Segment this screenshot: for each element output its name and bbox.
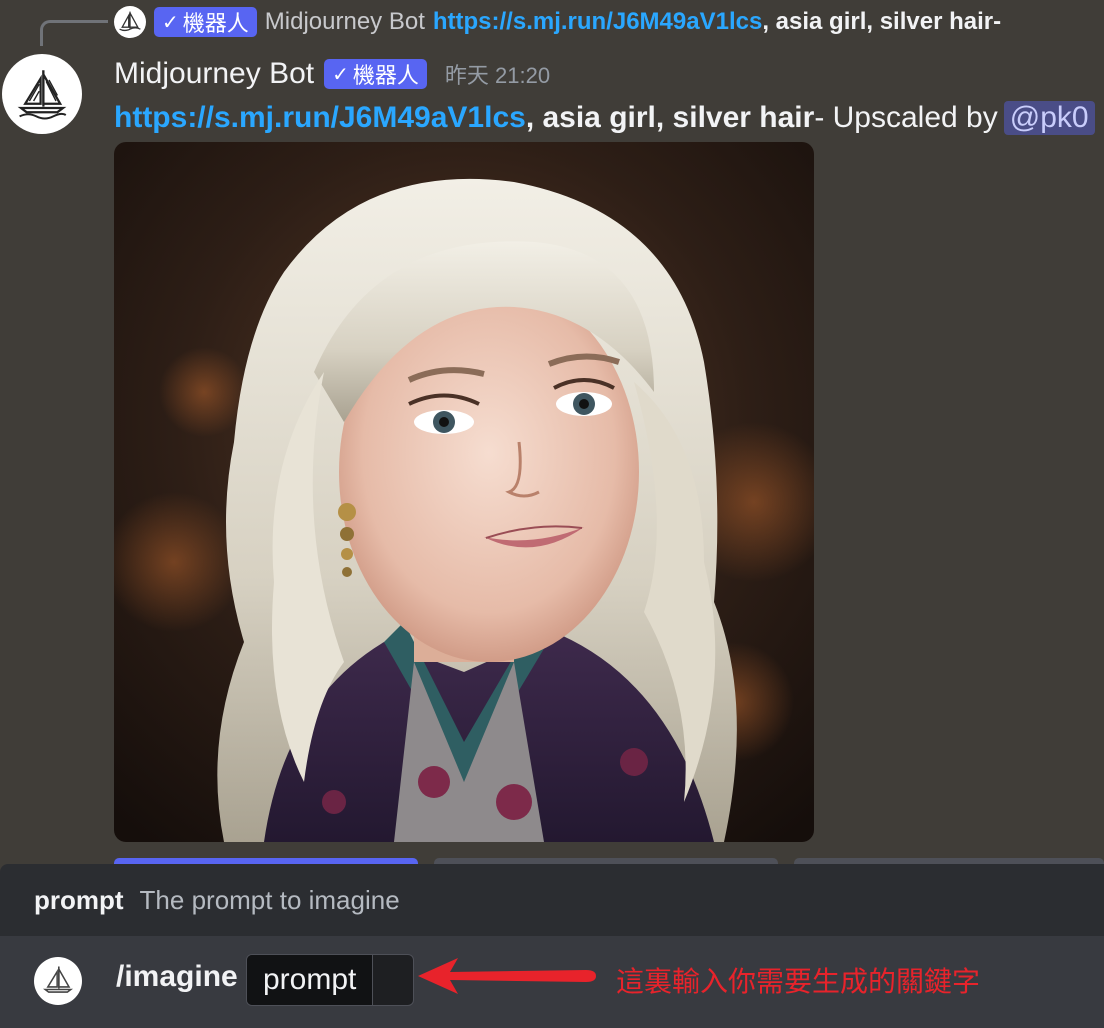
portrait-image — [114, 142, 814, 842]
prompt-parameter-label: prompt — [247, 955, 374, 1005]
option-name: prompt — [34, 884, 124, 915]
reply-avatar[interactable] — [114, 6, 146, 38]
reply-prompt-text: , asia girl, silver hair — [762, 8, 994, 35]
reply-trail: - — [993, 8, 1002, 35]
bot-badge-label: 機器人 — [352, 63, 419, 88]
message-link[interactable]: https://s.mj.run/J6M49aV1lcs — [114, 101, 526, 135]
bot-badge-label: 機器人 — [182, 11, 249, 36]
author-avatar[interactable] — [2, 54, 82, 134]
option-description: The prompt to imagine — [139, 884, 400, 915]
reply-connector-line — [40, 20, 108, 46]
message-suffix: - Upscaled by — [814, 101, 998, 134]
checkmark-icon: ✓ — [162, 11, 179, 34]
midjourney-boat-icon — [42, 966, 74, 993]
bot-badge: ✓ 機器人 — [324, 59, 427, 89]
midjourney-boat-icon — [119, 11, 141, 32]
prompt-parameter-input[interactable]: prompt — [246, 954, 414, 1006]
generated-image[interactable] — [114, 142, 814, 842]
author-username[interactable]: Midjourney Bot — [114, 57, 314, 91]
midjourney-boat-icon — [17, 70, 67, 120]
reply-author[interactable]: Midjourney Bot — [265, 8, 425, 36]
checkmark-icon: ✓ — [332, 63, 349, 86]
message-timestamp[interactable]: 昨天 21:20 — [445, 58, 550, 90]
discord-chat-view: ✓ 機器人 Midjourney Bot https://s.mj.run/J6… — [0, 0, 1104, 1028]
red-arrow-icon — [418, 958, 596, 994]
message-header: Midjourney Bot ✓ 機器人 昨天 21:20 — [114, 52, 550, 96]
user-mention[interactable]: @pk0 — [1003, 101, 1095, 135]
reply-reference[interactable]: ✓ 機器人 Midjourney Bot https://s.mj.run/J6… — [114, 4, 1001, 40]
message-prompt-text: , asia girl, silver hair — [525, 101, 815, 134]
annotation-text: 這裏輸入你需要生成的關鍵字 — [616, 966, 981, 997]
message-content: https://s.mj.run/J6M49aV1lcs , asia girl… — [114, 96, 1095, 140]
option-autocomplete[interactable]: prompt The prompt to imagine — [0, 864, 1104, 936]
reply-link[interactable]: https://s.mj.run/J6M49aV1lcs — [433, 8, 762, 36]
command-app-avatar — [34, 957, 82, 1005]
bot-badge: ✓ 機器人 — [154, 7, 257, 37]
slash-command: /imagine — [116, 960, 238, 993]
